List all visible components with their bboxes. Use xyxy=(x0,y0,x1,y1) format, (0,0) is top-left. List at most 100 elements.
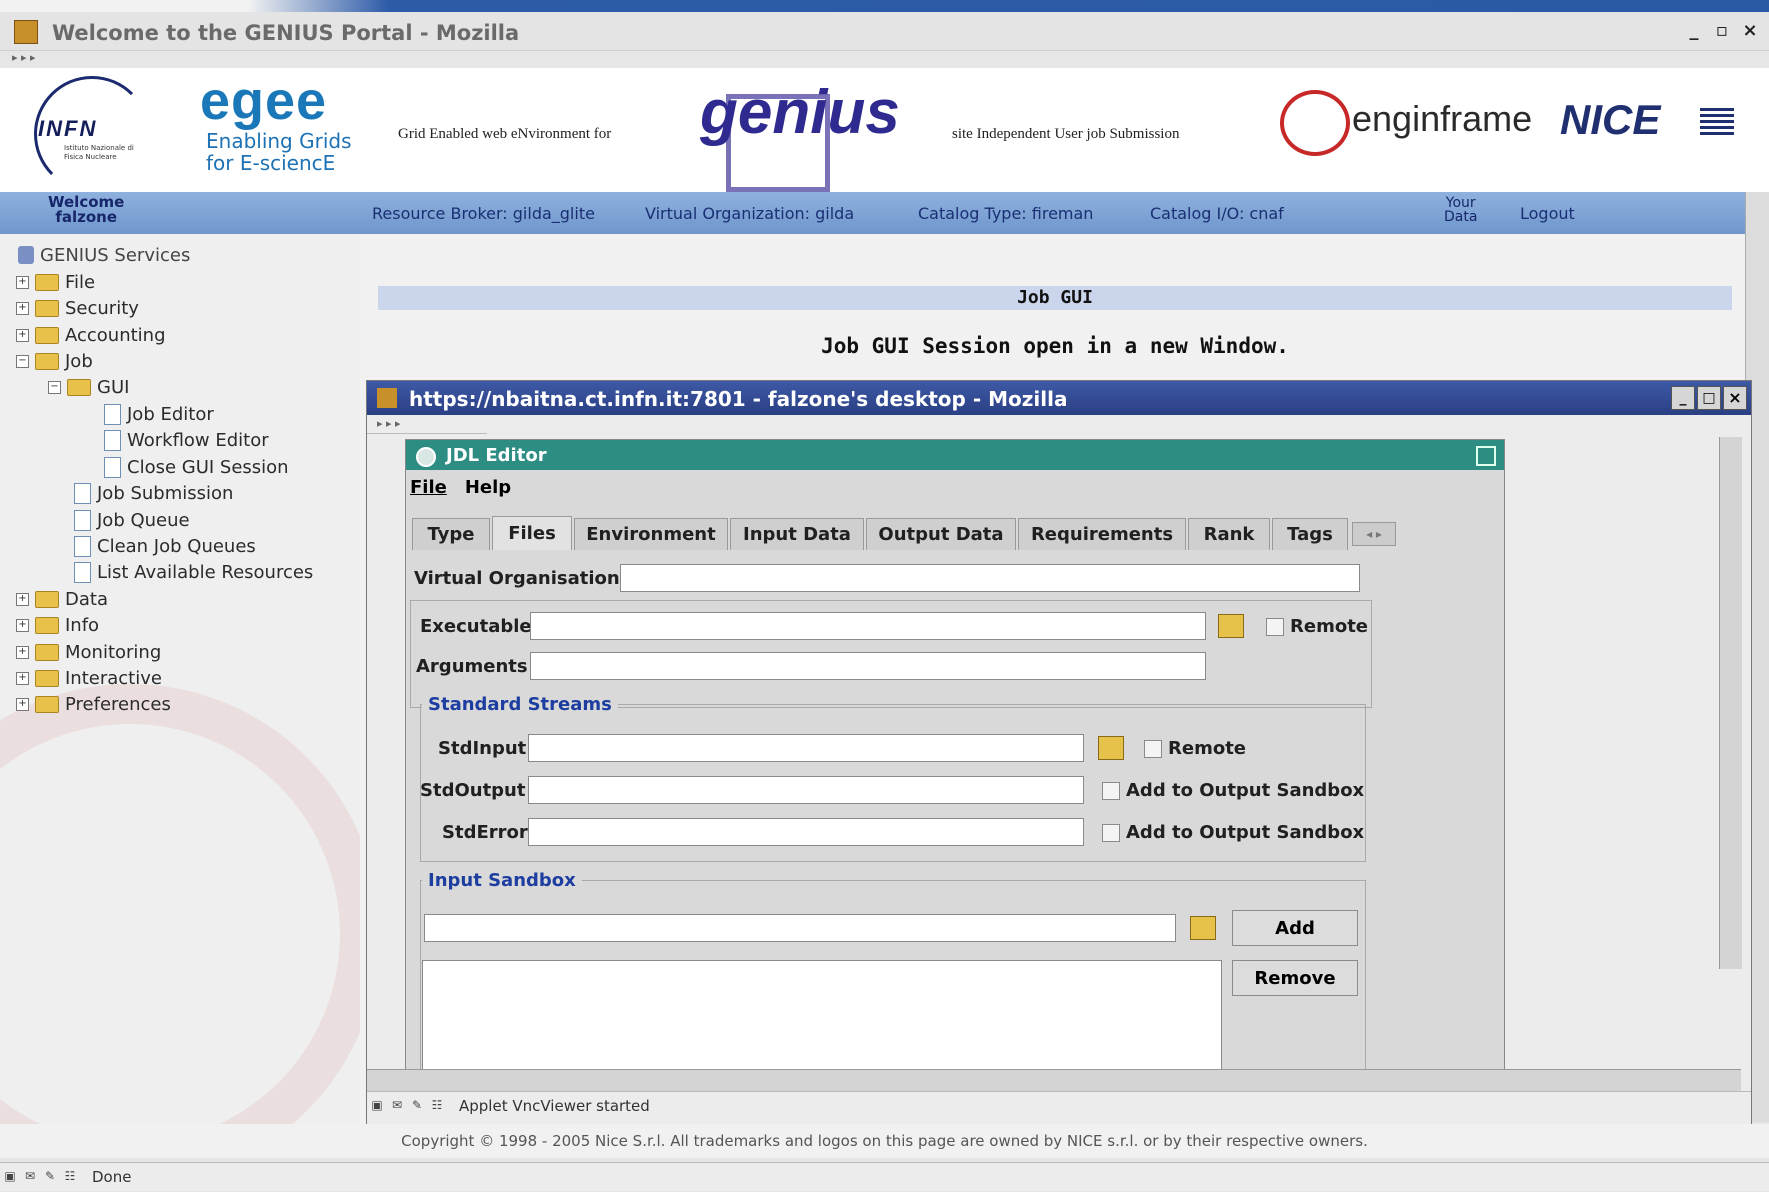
navigator-icon[interactable]: ▣ xyxy=(367,1098,387,1114)
minimize-button[interactable]: _ xyxy=(1671,386,1695,410)
egee-line1: Enabling Grids xyxy=(206,129,352,153)
input-sandbox-list[interactable] xyxy=(422,960,1222,1072)
sidebar-item-job-editor[interactable]: Job Editor xyxy=(104,401,214,427)
executable-remote-label: Remote xyxy=(1290,616,1369,637)
jdl-window-icon xyxy=(416,447,436,467)
menu-file[interactable]: File xyxy=(410,477,447,498)
sidebar-item-file[interactable]: + File xyxy=(16,269,95,295)
folder-open-icon xyxy=(67,378,91,396)
expand-icon[interactable]: + xyxy=(16,618,29,632)
input-sandbox-input[interactable] xyxy=(424,914,1176,942)
sidebar-item-accounting[interactable]: + Accounting xyxy=(16,322,166,348)
sidebar-item-close-gui[interactable]: Close GUI Session xyxy=(104,454,289,480)
vo-input[interactable] xyxy=(620,564,1360,592)
tab-tags[interactable]: Tags xyxy=(1272,518,1348,550)
catalog-type-link[interactable]: Catalog Type: fireman xyxy=(918,204,1093,223)
maximize-button[interactable]: □ xyxy=(1697,386,1721,410)
address-book-icon[interactable]: ☷ xyxy=(427,1098,447,1114)
menu-help[interactable]: Help xyxy=(465,477,511,498)
maximize-button[interactable]: ▫ xyxy=(1709,20,1735,44)
arguments-label: Arguments xyxy=(416,656,528,677)
collapse-icon[interactable]: − xyxy=(16,354,29,368)
collapse-icon[interactable]: − xyxy=(48,380,61,394)
sidebar-item-clean-job-queues[interactable]: Clean Job Queues xyxy=(74,533,256,559)
sidebar-item-info[interactable]: + Info xyxy=(16,612,99,638)
sidebar-item-preferences[interactable]: + Preferences xyxy=(16,691,171,717)
navigator-icon[interactable]: ▣ xyxy=(0,1169,20,1185)
tab-requirements[interactable]: Requirements xyxy=(1018,518,1186,550)
top-strip xyxy=(0,0,1769,12)
folder-icon xyxy=(35,590,59,608)
expand-icon[interactable]: + xyxy=(16,301,29,315)
resource-broker-link[interactable]: Resource Broker: gilda_glite xyxy=(372,204,595,223)
sidebar-item-list-resources[interactable]: List Available Resources xyxy=(74,559,313,585)
remove-button[interactable]: Remove xyxy=(1232,960,1358,996)
sidebar-item-label: Interactive xyxy=(65,667,162,689)
sidebar-item-label: Info xyxy=(65,614,100,636)
expand-icon[interactable]: + xyxy=(16,275,29,289)
expand-icon[interactable]: + xyxy=(16,645,29,659)
sidebar-item-gui[interactable]: − GUI xyxy=(48,374,129,400)
sidebar-item-label: Close GUI Session xyxy=(127,456,289,478)
sidebar-item-security[interactable]: + Security xyxy=(16,295,139,321)
tab-scroll-arrows[interactable]: ◂ ▸ xyxy=(1352,522,1396,546)
vnc-vertical-scrollbar[interactable] xyxy=(1719,437,1742,969)
add-button[interactable]: Add xyxy=(1232,910,1358,946)
open-folder-icon[interactable] xyxy=(1190,916,1216,940)
vnc-nav-arrows[interactable]: ▸ ▸ ▸ xyxy=(367,415,487,434)
stdinput-remote-checkbox[interactable] xyxy=(1144,740,1162,758)
vnc-horizontal-scrollbar[interactable] xyxy=(367,1069,1741,1092)
address-book-icon[interactable]: ☷ xyxy=(60,1169,80,1185)
composer-icon[interactable]: ✎ xyxy=(407,1098,427,1114)
footer: Copyright © 1998 - 2005 Nice S.r.l. All … xyxy=(0,1124,1769,1158)
minimize-button[interactable]: _ xyxy=(1681,20,1707,44)
virtual-organization-link[interactable]: Virtual Organization: gilda xyxy=(645,204,854,223)
tab-files[interactable]: Files xyxy=(492,516,572,550)
sidebar-item-job-queue[interactable]: Job Queue xyxy=(74,507,190,533)
mail-icon[interactable]: ✉ xyxy=(20,1169,40,1185)
logout-link[interactable]: Logout xyxy=(1520,204,1575,223)
tab-type[interactable]: Type xyxy=(412,518,490,550)
your-data-link[interactable]: Your Data xyxy=(1444,196,1477,224)
sidebar-item-label: Job Queue xyxy=(97,509,190,531)
mail-icon[interactable]: ✉ xyxy=(387,1098,407,1114)
catalog-io-link[interactable]: Catalog I/O: cnaf xyxy=(1150,204,1284,223)
nav-arrows[interactable]: ▸ ▸ ▸ xyxy=(0,50,170,69)
maximize-icon[interactable] xyxy=(1476,446,1496,466)
executable-input[interactable] xyxy=(530,612,1206,640)
stdinput-input[interactable] xyxy=(528,734,1084,762)
folder-icon xyxy=(35,616,59,634)
sidebar-item-label: Job Editor xyxy=(127,403,214,425)
stderror-input[interactable] xyxy=(528,818,1084,846)
tab-output-data[interactable]: Output Data xyxy=(866,518,1016,550)
tab-input-data[interactable]: Input Data xyxy=(730,518,864,550)
sidebar-item-label: Clean Job Queues xyxy=(97,535,256,557)
open-folder-icon[interactable] xyxy=(1218,614,1244,638)
expand-icon[interactable]: + xyxy=(16,328,29,342)
sidebar-item-workflow-editor[interactable]: Workflow Editor xyxy=(104,427,269,453)
arguments-input[interactable] xyxy=(530,652,1206,680)
close-button[interactable]: × xyxy=(1723,386,1747,410)
expand-icon[interactable]: + xyxy=(16,697,29,711)
open-folder-icon[interactable] xyxy=(1098,736,1124,760)
sidebar-item-label: Accounting xyxy=(65,324,166,346)
stdoutput-sandbox-checkbox[interactable] xyxy=(1102,782,1120,800)
executable-remote-checkbox[interactable] xyxy=(1266,618,1284,636)
stdoutput-input[interactable] xyxy=(528,776,1084,804)
composer-icon[interactable]: ✎ xyxy=(40,1169,60,1185)
sidebar-item-job[interactable]: − Job xyxy=(16,348,93,374)
document-icon xyxy=(74,482,91,504)
sidebar-item-monitoring[interactable]: + Monitoring xyxy=(16,639,161,665)
expand-icon[interactable]: + xyxy=(16,592,29,606)
sidebar-item-interactive[interactable]: + Interactive xyxy=(16,665,162,691)
stderror-sandbox-checkbox[interactable] xyxy=(1102,824,1120,842)
services-icon xyxy=(18,246,34,264)
sidebar-item-data[interactable]: + Data xyxy=(16,586,108,612)
close-button[interactable]: × xyxy=(1737,20,1763,44)
expand-icon[interactable]: + xyxy=(16,671,29,685)
tab-environment[interactable]: Environment xyxy=(574,518,728,550)
vnc-statusbar: ▣ ✉ ✎ ☷ Applet VncViewer started xyxy=(367,1091,1751,1120)
tab-rank[interactable]: Rank xyxy=(1188,518,1270,550)
sidebar-item-job-submission[interactable]: Job Submission xyxy=(74,480,233,506)
your-text: Your xyxy=(1445,195,1476,211)
